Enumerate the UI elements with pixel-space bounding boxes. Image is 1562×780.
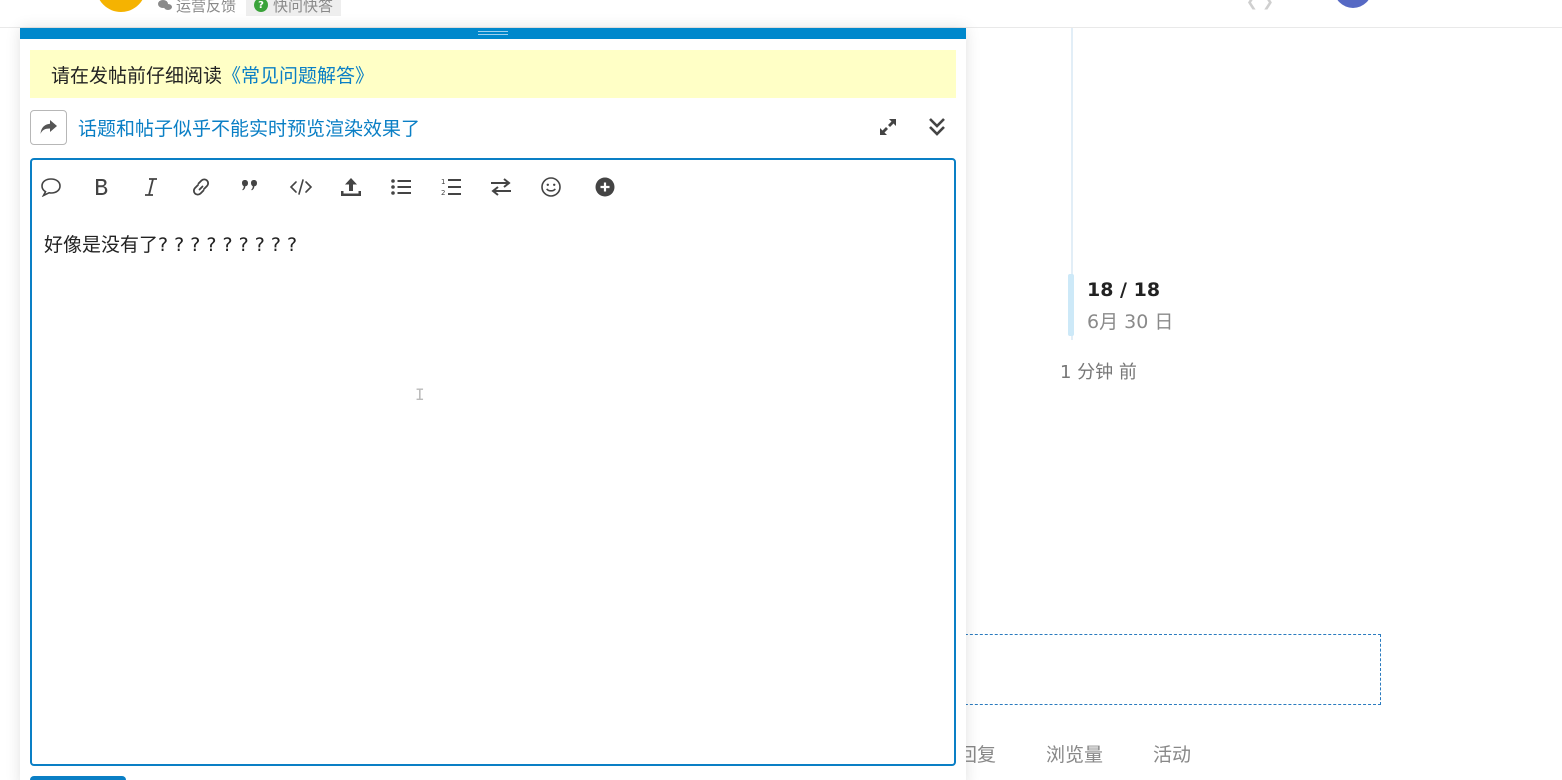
editor-panel: 12 好像是没有了? ? ? ? ? ? ? ? ? I [30,158,956,766]
emoji-icon[interactable] [539,175,563,199]
text-cursor-icon: I [415,385,425,404]
toggle-direction-icon[interactable] [489,175,513,199]
stat-activity-label: 活动 [1153,744,1192,766]
add-circle-icon[interactable] [593,175,617,199]
category-crumb[interactable]: 运营反馈 [158,0,236,16]
site-logo[interactable] [96,0,146,12]
nav-arrows-icon: ❮ ❯ [1246,0,1274,10]
notice-text: 请在发帖前仔细阅读 [51,64,223,87]
posting-notice: 请在发帖前仔细阅读 《常见问题解答》 [30,50,956,98]
svg-text:2: 2 [441,189,445,197]
upload-icon[interactable] [339,175,363,199]
reply-action-button[interactable] [30,109,67,145]
bullet-list-icon[interactable] [389,175,413,199]
timeline-post-count: 18 / 18 [1087,279,1161,301]
code-icon[interactable] [289,175,313,199]
blockquote-icon[interactable] [239,175,263,199]
subcategory-crumb[interactable]: ? 快问快答 [246,0,342,16]
timeline-scroll-handle[interactable] [1068,274,1074,336]
question-circle-icon: ? [254,0,269,12]
reply-target-row: 话题和帖子似乎不能实时预览渲染效果了 [30,109,956,145]
chat-bubbles-icon [158,0,172,10]
collapse-chevrons-icon[interactable] [927,116,947,142]
share-arrow-icon [40,120,57,134]
avatar[interactable] [1334,0,1372,8]
topic-stats: 回复 浏览量 活动 [958,740,1191,767]
reply-composer: 请在发帖前仔细阅读 《常见问题解答》 话题和帖子似乎不能实时预览渲染效果了 1 … [20,28,966,780]
timeline-date: 6月 30 日 [1087,311,1174,333]
subcategory-label: 快问快答 [273,0,334,15]
site-header: 运营反馈 ? 快问快答 ❮ ❯ [0,0,1562,28]
numbered-list-icon[interactable]: 12 [439,175,463,199]
timeline-last-activity[interactable]: 1 分钟 前 [1060,358,1137,384]
faq-link[interactable]: 《常见问题解答》 [222,61,374,88]
stat-views-label: 浏览量 [1046,744,1104,766]
editor-toolbar: 12 [32,160,954,214]
composer-resize-grip[interactable] [20,28,966,39]
reply-submit-button[interactable] [30,776,126,780]
editor-textarea[interactable]: 好像是没有了? ? ? ? ? ? ? ? ? [44,230,297,257]
link-icon[interactable] [189,175,213,199]
grip-lines-icon [478,31,508,35]
quote-bubble-icon[interactable] [39,175,63,199]
italic-icon[interactable] [139,175,163,199]
reply-topic-title[interactable]: 话题和帖子似乎不能实时预览渲染效果了 [78,114,420,141]
svg-text:1: 1 [441,178,445,186]
bold-icon[interactable] [89,175,113,199]
drop-zone [940,634,1381,705]
breadcrumb: 运营反馈 ? 快问快答 [158,0,342,16]
category-label: 运营反馈 [176,0,237,15]
fullscreen-expand-icon[interactable] [878,117,898,141]
